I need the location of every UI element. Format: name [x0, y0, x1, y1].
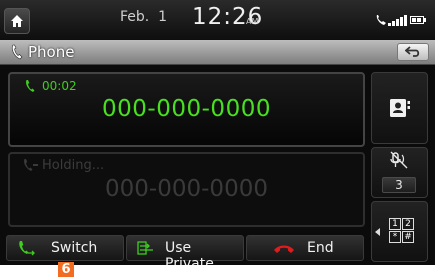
- end-call-icon: [274, 245, 294, 253]
- end-call-label: End: [307, 240, 334, 256]
- home-icon: [11, 15, 23, 27]
- side-arrow-icon: [375, 228, 380, 236]
- date-text: Feb. 1: [120, 9, 168, 25]
- mic-volume-icon: [390, 151, 408, 169]
- keypad-key: #: [402, 231, 414, 243]
- switch-button[interactable]: Switch: [6, 235, 124, 261]
- phone-screen: Feb. 1 12:26 AM Phone 00:02 000-000-0000…: [0, 0, 435, 265]
- back-button[interactable]: [397, 43, 429, 61]
- back-arrow-icon: [405, 46, 420, 57]
- switch-label: Switch: [51, 240, 98, 256]
- battery-icon: [410, 16, 426, 24]
- page-title: Phone: [28, 43, 75, 61]
- bluetooth-phone-icon: [376, 15, 386, 25]
- active-call-number: 000-000-0000: [102, 96, 271, 122]
- hold-status: Holding...: [42, 158, 105, 173]
- keypad-key: *: [389, 231, 401, 243]
- use-private-button[interactable]: Use Private: [126, 235, 244, 265]
- active-call-icon: [26, 80, 35, 92]
- title-bar: Phone: [0, 40, 435, 65]
- mic-volume-level: 3: [382, 177, 416, 193]
- keypad-key: 1: [389, 218, 401, 230]
- use-private-label: Use Private: [165, 240, 214, 265]
- phone-handset-icon: [11, 44, 23, 60]
- clock-ampm: AM: [246, 17, 259, 26]
- home-button[interactable]: [4, 8, 30, 34]
- call-duration: 00:02: [42, 79, 77, 93]
- keypad-icon: 1 2 * #: [389, 218, 414, 244]
- status-bar: Feb. 1 12:26 AM: [0, 0, 435, 40]
- keypad-key: 2: [402, 218, 414, 230]
- signal-icon: [388, 15, 407, 26]
- end-call-button[interactable]: End: [246, 235, 364, 261]
- keypad-button[interactable]: 1 2 * #: [371, 201, 428, 262]
- private-mode-icon: [137, 241, 153, 255]
- callout-marker: 6: [58, 262, 74, 277]
- switch-call-icon: [19, 241, 35, 256]
- status-icons: [375, 14, 427, 26]
- contacts-icon: [390, 99, 410, 117]
- hold-call-icon: [24, 159, 38, 171]
- contacts-button[interactable]: [371, 72, 428, 144]
- held-call-number: 000-000-0000: [105, 176, 268, 202]
